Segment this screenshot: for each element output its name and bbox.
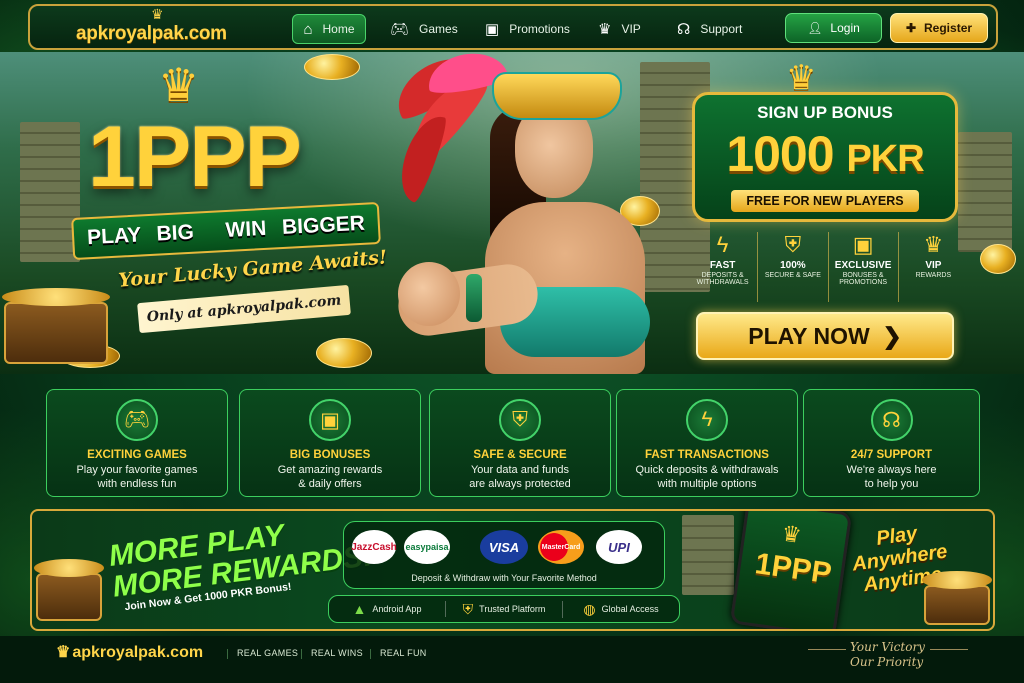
nav-home[interactable]: ⌂ Home [292, 14, 366, 44]
login-label: Login [830, 21, 860, 35]
footer-slogan: Your Victory Our Priority [850, 640, 925, 669]
gamepad-icon: 🎮︎ [116, 399, 158, 441]
signup-currency: PKR [846, 138, 924, 180]
payment-methods: JazzCash easypaisa VISA MasterCard UPI D… [343, 521, 665, 589]
play-now-button[interactable]: PLAY NOW ❯ [696, 312, 954, 360]
play-now-label: PLAY NOW [748, 322, 870, 349]
android-app-badge[interactable]: ▲ Android App [329, 601, 446, 617]
signup-subtitle: FREE FOR NEW PLAYERS [731, 190, 919, 212]
site-logo-text: apkroyalpak.com [76, 23, 227, 44]
crown-icon: ♛ [56, 644, 71, 661]
crown-icon: ♛ [780, 520, 804, 549]
treasure-chest [922, 571, 992, 625]
tagline-b: WIN BIGGER [224, 211, 366, 243]
feature-fast: ϟ FAST DEPOSITS & WITHDRAWALS [688, 232, 759, 302]
treasure-chest [34, 559, 104, 621]
headset-icon: ☊ [870, 399, 913, 441]
card-fast-transactions[interactable]: ϟ FAST TRANSACTIONS Quick deposits & wit… [616, 389, 798, 497]
signup-amount-value: 1000 [726, 126, 834, 182]
gift-icon: ▣ [852, 232, 874, 257]
register-button[interactable]: ✚ Register [890, 13, 988, 43]
add-user-icon: ✚ [905, 21, 917, 35]
headset-icon: ☊ [677, 21, 691, 38]
android-icon: ▲ [352, 601, 367, 617]
footer-link-real-games: REAL GAMES [226, 648, 299, 659]
payment-text: Deposit & Withdraw with Your Favorite Me… [411, 573, 597, 583]
jazzcash-logo: JazzCash [351, 530, 397, 564]
card-safe-secure[interactable]: ⛨ SAFE & SECURE Your data and funds are … [429, 389, 611, 497]
nav-home-label: Home [322, 22, 355, 36]
gold-coin [980, 244, 1016, 274]
hero-banner: ♛ 1PPP PLAY BIG WIN BIGGER Your Lucky Ga… [0, 52, 1024, 374]
shield-icon: ⛨ [784, 232, 802, 257]
trust-badges: ▲ Android App ⛨ Trusted Platform ◍ Globa… [328, 595, 680, 623]
site-logo[interactable]: ♛ apkroyalpak.com [38, 6, 268, 47]
footer-logo[interactable]: ♛ apkroyalpak.com [56, 642, 203, 662]
feature-secure: ⛨ 100% SECURE & SAFE [758, 232, 829, 302]
temple-ruin [20, 122, 80, 262]
hero-brand: 1PPP [88, 109, 302, 205]
nav-games-label: Games [419, 22, 458, 36]
phone-brand: 1PPP [752, 547, 834, 591]
feature-cards: 🎮︎ EXCITING GAMES Play your favorite gam… [46, 389, 980, 497]
mastercard-logo: MasterCard [538, 530, 584, 564]
lightning-icon: ϟ [716, 232, 729, 257]
footer: ♛ apkroyalpak.com REAL GAMES REAL WINS RE… [0, 636, 1024, 683]
login-button[interactable]: 👤︎ Login [785, 13, 882, 43]
crown-icon: ♛ [598, 21, 612, 38]
shield-icon: ⛨ [499, 399, 541, 441]
feature-vip: ♛ VIP REWARDS [899, 232, 968, 302]
trusted-platform-badge: ⛨ Trusted Platform [446, 600, 563, 618]
global-access-badge: ◍ Global Access [583, 600, 659, 617]
card-support[interactable]: ☊ 24/7 SUPPORT We're always here to help… [803, 389, 980, 497]
nav-games[interactable]: 🎮︎ Games [390, 14, 458, 44]
tagline-a: PLAY BIG [86, 220, 195, 250]
gold-coin [304, 54, 360, 80]
divider [808, 649, 846, 650]
signup-features: ϟ FAST DEPOSITS & WITHDRAWALS ⛨ 100% SEC… [688, 232, 968, 302]
signup-amount: 1000 PKR [695, 125, 955, 183]
nav-vip[interactable]: ♛ VIP [598, 14, 641, 44]
signup-bonus-panel: SIGN UP BONUS 1000 PKR FREE FOR NEW PLAY… [692, 92, 958, 222]
easypaisa-logo: easypaisa [404, 530, 450, 564]
upi-logo: UPI [596, 530, 642, 564]
card-exciting-games[interactable]: 🎮︎ EXCITING GAMES Play your favorite gam… [46, 389, 228, 497]
nav-support[interactable]: ☊ Support [677, 14, 742, 44]
nav-promotions-label: Promotions [509, 22, 570, 36]
nav-vip-label: VIP [621, 22, 641, 36]
top-navbar: ♛ apkroyalpak.com ⌂ Home 🎮︎ Games ▣ Prom… [28, 4, 998, 50]
gift-icon: ▣ [309, 399, 351, 441]
crown-icon: ♛ [151, 6, 164, 22]
lightning-icon: ϟ [686, 399, 728, 441]
divider [930, 649, 968, 650]
footer-link-real-fun: REAL FUN [370, 648, 427, 659]
crown-icon: ♛ [923, 232, 944, 257]
aztec-character-illustration [380, 52, 670, 374]
promo-banner[interactable]: MORE PLAY MORE REWARDS! Join Now & Get 1… [30, 509, 995, 631]
register-label: Register [924, 21, 973, 35]
user-icon: 👤︎ [807, 21, 823, 35]
gamepad-icon: 🎮︎ [390, 21, 410, 38]
treasure-chest [2, 288, 110, 364]
signup-title: SIGN UP BONUS [757, 103, 893, 122]
feature-exclusive: ▣ EXCLUSIVE BONUSES & PROMOTIONS [829, 232, 899, 302]
phone-mockup: ♛ 1PPP [729, 511, 853, 629]
home-icon: ⌂ [303, 20, 313, 38]
gold-coin [316, 338, 372, 368]
nav-promotions[interactable]: ▣ Promotions [485, 14, 570, 44]
card-big-bonuses[interactable]: ▣ BIG BONUSES Get amazing rewards & dail… [239, 389, 421, 497]
globe-icon: ◍ [583, 600, 596, 617]
temple-ruin [682, 515, 734, 595]
crown-icon: ♛ [158, 59, 200, 111]
chevron-right-icon: ❯ [882, 322, 902, 349]
shield-icon: ⛨ [462, 600, 474, 617]
nav-support-label: Support [700, 22, 743, 36]
visa-logo: VISA [480, 530, 528, 564]
gift-icon: ▣ [485, 21, 500, 38]
footer-link-real-wins: REAL WINS [301, 648, 363, 659]
